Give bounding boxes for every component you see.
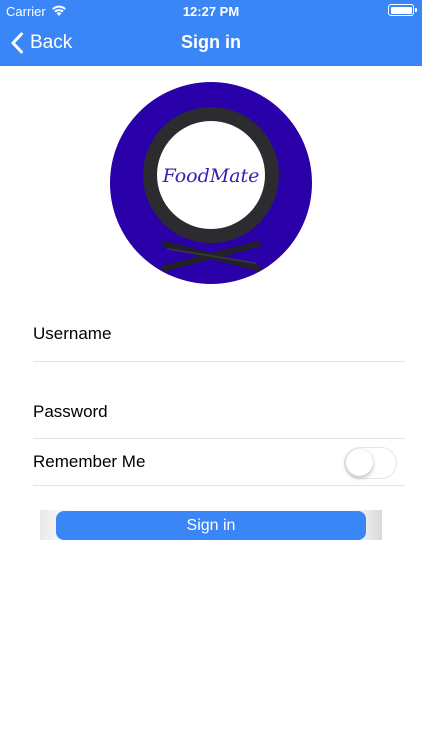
separator [33, 438, 405, 439]
separator [33, 485, 405, 486]
remember-me-toggle[interactable] [344, 447, 397, 479]
status-time: 12:27 PM [182, 4, 240, 19]
foodmate-logo: FoodMate [110, 82, 312, 284]
remember-me-label: Remember Me [33, 452, 146, 471]
sign-in-button[interactable]: Sign in [56, 511, 366, 540]
logo-text: FoodMate [162, 165, 260, 187]
status-bar: Carrier 12:27 PM [0, 0, 422, 22]
page-title: Sign in [181, 32, 241, 52]
battery-icon [388, 4, 417, 16]
separator [33, 361, 405, 362]
navigation-bar: Carrier 12:27 PM Back Sign in [0, 0, 422, 66]
username-input[interactable] [33, 314, 405, 354]
password-input[interactable] [33, 392, 405, 432]
toggle-knob [346, 449, 373, 476]
